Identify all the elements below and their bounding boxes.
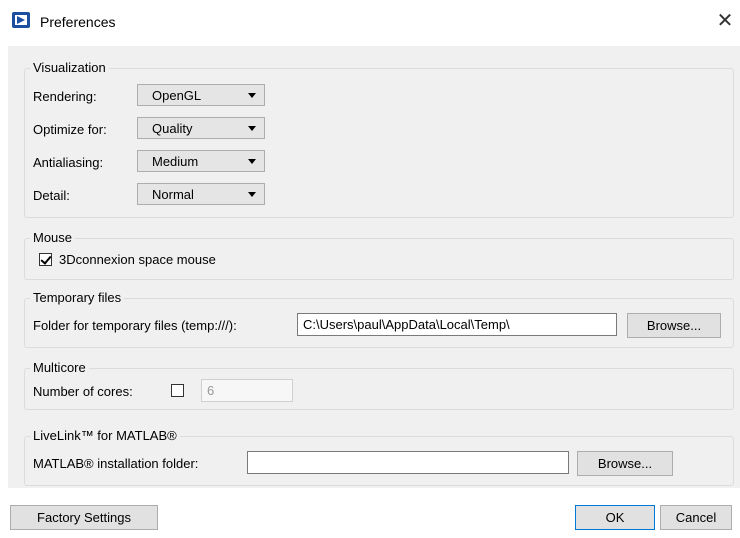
optimize-value: Quality <box>152 121 193 136</box>
window-title: Preferences <box>40 14 116 30</box>
space-mouse-checkbox[interactable] <box>39 253 52 266</box>
comsol-icon <box>12 12 30 28</box>
chevron-down-icon <box>248 93 256 98</box>
matlab-folder-input[interactable] <box>247 451 569 474</box>
detail-select[interactable]: Normal <box>137 183 265 205</box>
temp-folder-input[interactable]: C:\Users\paul\AppData\Local\Temp\ <box>297 313 617 336</box>
dialog-body: Visualization Rendering: OpenGL Optimize… <box>8 46 740 488</box>
visualization-group: Visualization Rendering: OpenGL Optimize… <box>24 60 734 218</box>
cores-checkbox[interactable] <box>171 384 184 397</box>
matlab-browse-button[interactable]: Browse... <box>577 451 673 476</box>
cores-label: Number of cores: <box>33 384 133 399</box>
space-mouse-label[interactable]: 3Dconnexion space mouse <box>59 252 216 267</box>
cancel-button[interactable]: Cancel <box>660 505 732 530</box>
rendering-value: OpenGL <box>152 88 202 103</box>
cores-input[interactable]: 6 <box>201 379 293 402</box>
temp-browse-button[interactable]: Browse... <box>627 313 721 338</box>
chevron-down-icon <box>248 192 256 197</box>
mouse-legend: Mouse <box>30 230 76 245</box>
multicore-group: Multicore Number of cores: 6 <box>24 360 734 410</box>
factory-settings-button[interactable]: Factory Settings <box>10 505 158 530</box>
ok-button[interactable]: OK <box>575 505 655 530</box>
visualization-legend: Visualization <box>30 60 109 75</box>
rendering-label: Rendering: <box>33 89 97 104</box>
optimize-label: Optimize for: <box>33 122 107 137</box>
close-button[interactable]: ✕ <box>712 8 738 34</box>
detail-value: Normal <box>152 187 194 202</box>
antialiasing-label: Antialiasing: <box>33 155 104 170</box>
temp-files-legend: Temporary files <box>30 290 125 305</box>
antialiasing-select[interactable]: Medium <box>137 150 265 172</box>
title-bar: Preferences ✕ <box>0 0 740 46</box>
rendering-select[interactable]: OpenGL <box>137 84 265 106</box>
temp-folder-label: Folder for temporary files (temp:///): <box>33 318 237 333</box>
multicore-legend: Multicore <box>30 360 89 375</box>
livelink-group: LiveLink™ for MATLAB® MATLAB® installati… <box>24 428 734 486</box>
antialiasing-value: Medium <box>152 154 199 169</box>
matlab-folder-label: MATLAB® installation folder: <box>33 456 199 471</box>
mouse-group: Mouse 3Dconnexion space mouse <box>24 230 734 280</box>
livelink-legend: LiveLink™ for MATLAB® <box>30 428 180 443</box>
temp-files-group: Temporary files Folder for temporary fil… <box>24 290 734 348</box>
chevron-down-icon <box>248 159 256 164</box>
optimize-select[interactable]: Quality <box>137 117 265 139</box>
close-icon: ✕ <box>716 10 734 32</box>
chevron-down-icon <box>248 126 256 131</box>
detail-label: Detail: <box>33 188 70 203</box>
